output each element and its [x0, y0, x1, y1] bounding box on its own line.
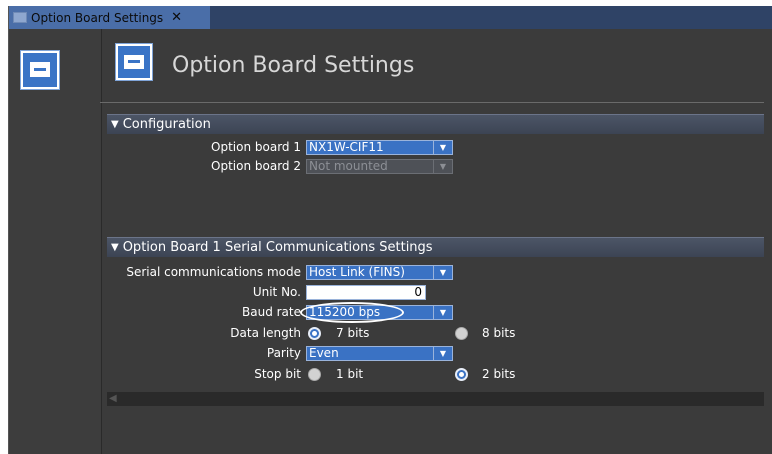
parity-select[interactable]: Even ▼ — [306, 346, 453, 361]
data-length-7-radio[interactable] — [308, 327, 321, 340]
chevron-down-icon: ▼ — [433, 347, 452, 360]
tab-bar: Option Board Settings ✕ — [9, 6, 772, 29]
left-icon-panel — [9, 29, 102, 454]
unit-no-field[interactable]: 0 — [306, 285, 426, 300]
parity-value: Even — [309, 346, 339, 360]
option-board-2-select[interactable]: Not mounted ▼ — [306, 159, 453, 174]
serial-mode-label: Serial communications mode — [126, 265, 301, 279]
baud-rate-value: 115200 bps — [309, 305, 381, 319]
option-board-2-label: Option board 2 — [211, 159, 301, 173]
stop-bit-1-label: 1 bit — [336, 367, 364, 381]
section-serial-header[interactable]: ▼ Option Board 1 Serial Communications S… — [107, 237, 764, 257]
serial-mode-value: Host Link (FINS) — [309, 265, 405, 279]
section-title: Option Board 1 Serial Communications Set… — [122, 240, 433, 255]
stop-bit-2-label: 2 bits — [482, 367, 516, 381]
data-length-8-radio[interactable] — [455, 327, 468, 340]
chevron-down-icon: ▼ — [433, 306, 452, 319]
option-board-icon[interactable] — [21, 51, 59, 89]
header-divider — [100, 102, 764, 103]
chevron-down-icon: ▼ — [433, 266, 452, 279]
page-option-board-icon — [116, 44, 152, 80]
option-board-1-select[interactable]: NX1W-CIF11 ▼ — [306, 140, 453, 155]
chevron-down-icon: ▼ — [433, 141, 452, 154]
stop-bit-label: Stop bit — [254, 367, 301, 381]
collapse-triangle-icon: ▼ — [111, 119, 119, 130]
baud-rate-label: Baud rate — [242, 305, 301, 319]
stop-bit-1-radio[interactable] — [308, 368, 321, 381]
collapse-triangle-icon: ▼ — [111, 242, 119, 253]
unit-no-label: Unit No. — [252, 285, 301, 299]
option-board-1-value: NX1W-CIF11 — [309, 140, 384, 154]
close-icon[interactable]: ✕ — [171, 11, 182, 24]
data-length-7-label: 7 bits — [336, 326, 370, 340]
page-title: Option Board Settings — [172, 53, 415, 78]
horizontal-scrollbar[interactable]: ◀ — [107, 392, 764, 406]
tab-option-board-settings[interactable]: Option Board Settings ✕ — [9, 6, 210, 29]
baud-rate-select[interactable]: 115200 bps ▼ — [306, 305, 453, 320]
option-board-1-label: Option board 1 — [211, 140, 301, 154]
chevron-down-icon: ▼ — [433, 160, 452, 173]
stop-bit-2-radio[interactable] — [455, 368, 468, 381]
data-length-8-label: 8 bits — [482, 326, 516, 340]
option-board-icon — [13, 12, 27, 23]
section-title: Configuration — [122, 117, 211, 132]
section-configuration-header[interactable]: ▼ Configuration — [107, 114, 764, 134]
serial-mode-select[interactable]: Host Link (FINS) ▼ — [306, 265, 453, 280]
tab-title: Option Board Settings — [31, 10, 164, 25]
parity-label: Parity — [266, 346, 301, 360]
option-board-2-value: Not mounted — [309, 159, 388, 173]
scroll-left-icon[interactable]: ◀ — [109, 393, 117, 404]
data-length-label: Data length — [230, 326, 301, 340]
